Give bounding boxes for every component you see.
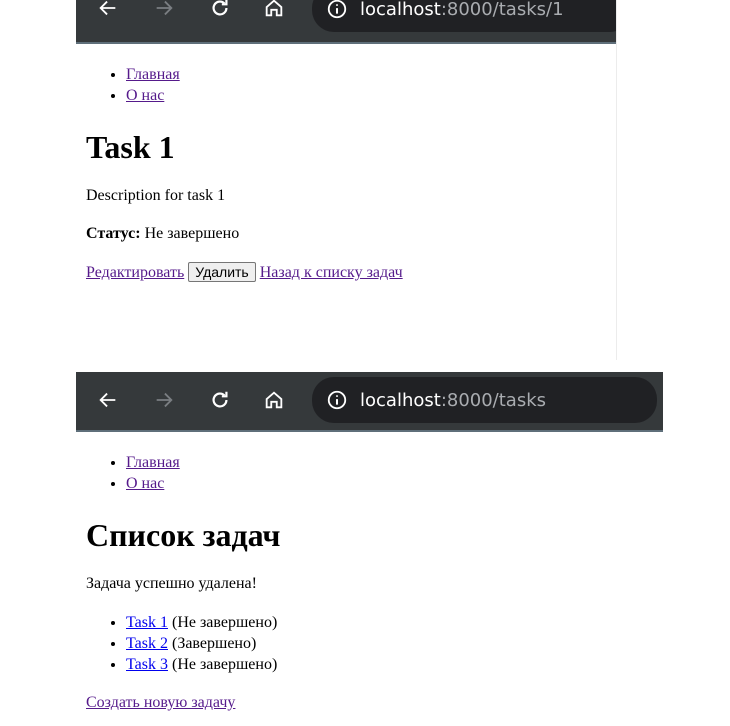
nav-item: О нас <box>126 473 653 494</box>
url-host: localhost <box>360 0 441 20</box>
browser-toolbar: localhost:8000/tasks <box>76 372 663 432</box>
forward-arrow-icon[interactable] <box>150 386 178 414</box>
task-link[interactable]: Task 2 <box>126 635 168 652</box>
address-bar[interactable]: localhost:8000/tasks <box>312 377 657 423</box>
task-link[interactable]: Task 1 <box>126 614 168 631</box>
nav-link-home[interactable]: Главная <box>126 66 180 83</box>
forward-arrow-icon[interactable] <box>150 0 178 22</box>
reload-icon[interactable] <box>206 386 234 414</box>
page-content: Главная О нас Task 1 Description for tas… <box>76 64 616 283</box>
home-icon[interactable] <box>260 386 288 414</box>
task-list: Task 1 (Не завершено) Task 2 (Завершено)… <box>86 612 653 675</box>
reload-icon[interactable] <box>206 0 234 22</box>
task-status: (Не завершено) <box>167 656 278 673</box>
nav-item: О нас <box>126 85 606 106</box>
task-actions: Редактировать Удалить Назад к списку зад… <box>86 262 606 283</box>
home-icon[interactable] <box>260 0 288 22</box>
page-title: Task 1 <box>86 129 175 165</box>
browser-toolbar: localhost:8000/tasks/1 <box>76 0 616 44</box>
browser-window-task-list: localhost:8000/tasks Главная О нас Списо… <box>76 372 663 726</box>
page-content: Главная О нас Список задач Задача успешн… <box>76 452 663 713</box>
task-list-item: Task 1 (Не завершено) <box>126 612 653 633</box>
back-to-list-link[interactable]: Назад к списку задач <box>260 264 403 281</box>
task-description: Description for task 1 <box>86 187 226 204</box>
page-title: Список задач <box>86 517 281 553</box>
back-arrow-icon[interactable] <box>94 0 122 22</box>
address-bar[interactable]: localhost:8000/tasks/1 <box>312 0 616 32</box>
nav-link-about[interactable]: О нас <box>126 87 164 104</box>
main-nav: Главная О нас <box>86 452 653 494</box>
site-info-icon[interactable] <box>326 0 348 20</box>
back-arrow-icon[interactable] <box>94 386 122 414</box>
create-task-row: Создать новую задачу <box>86 693 653 713</box>
nav-link-home[interactable]: Главная <box>126 454 180 471</box>
main-nav: Главная О нас <box>86 64 606 106</box>
site-info-icon[interactable] <box>326 389 348 411</box>
browser-window-task-detail: localhost:8000/tasks/1 Главная О нас Tas… <box>76 0 617 360</box>
status-value: Не завершено <box>140 225 240 242</box>
task-status: Статус: Не завершено <box>86 224 606 244</box>
create-task-link[interactable]: Создать новую задачу <box>86 694 235 711</box>
edit-link[interactable]: Редактировать <box>86 264 184 281</box>
task-status: (Не завершено) <box>167 614 278 631</box>
url-host: localhost <box>360 389 441 411</box>
task-list-item: Task 3 (Не завершено) <box>126 654 653 675</box>
nav-item: Главная <box>126 64 606 85</box>
status-label: Статус: <box>86 225 141 242</box>
delete-button[interactable]: Удалить <box>188 262 256 282</box>
nav-link-about[interactable]: О нас <box>126 475 164 492</box>
task-link[interactable]: Task 3 <box>126 656 168 673</box>
url-path: :8000/tasks <box>440 389 547 411</box>
nav-item: Главная <box>126 452 653 473</box>
url-path: :8000/tasks/1 <box>440 0 564 20</box>
task-status: (Завершено) <box>167 635 257 652</box>
task-list-item: Task 2 (Завершено) <box>126 633 653 654</box>
flash-message: Задача успешно удалена! <box>86 575 257 592</box>
